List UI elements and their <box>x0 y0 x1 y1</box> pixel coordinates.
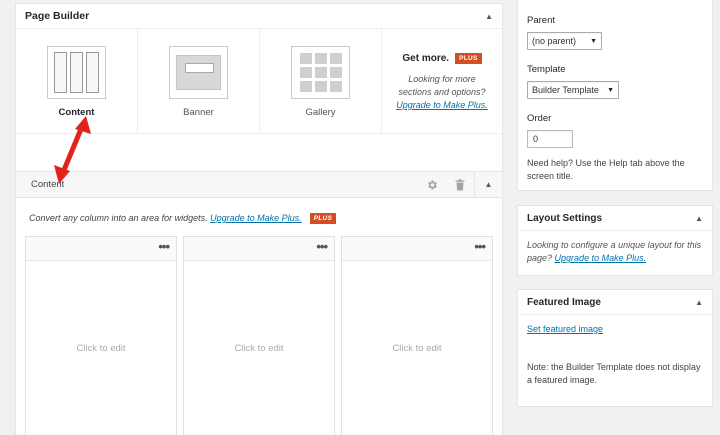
get-more-title: Get more. PLUS <box>392 53 492 64</box>
parent-select-value: (no parent) <box>532 36 577 46</box>
content-column[interactable]: ••• Click to edit <box>341 236 493 435</box>
page-attributes-box: Parent (no parent) ▼ Template Builder Te… <box>517 0 713 191</box>
ellipsis-icon[interactable]: ••• <box>316 239 328 254</box>
featured-image-box: Featured Image ▲ Set featured image Note… <box>517 289 713 407</box>
ellipsis-icon[interactable]: ••• <box>474 239 486 254</box>
help-text: Need help? Use the Help tab above the sc… <box>527 158 685 181</box>
notice-description: Convert any column into an area for widg… <box>29 213 208 223</box>
chevron-down-icon: ▼ <box>607 86 614 94</box>
content-section-icon <box>47 46 106 99</box>
section-banner[interactable]: Banner <box>138 29 260 133</box>
caret-up-icon[interactable]: ▲ <box>695 298 703 307</box>
ellipsis-icon[interactable]: ••• <box>158 239 170 254</box>
column-header: ••• <box>342 237 492 261</box>
featured-image-header[interactable]: Featured Image ▲ <box>518 290 712 315</box>
column-placeholder[interactable]: Click to edit <box>184 261 334 435</box>
section-label: Banner <box>183 107 214 118</box>
layout-settings-box: Layout Settings ▲ Looking to configure a… <box>517 205 713 276</box>
gallery-section-icon <box>291 46 350 99</box>
content-column[interactable]: ••• Click to edit <box>183 236 335 435</box>
upgrade-link[interactable]: Upgrade to Make Plus. <box>210 213 302 223</box>
caret-up-icon[interactable]: ▲ <box>485 12 493 21</box>
layout-settings-body: Looking to configure a unique layout for… <box>518 231 712 265</box>
column-placeholder[interactable]: Click to edit <box>26 261 176 435</box>
caret-up-icon[interactable]: ▲ <box>474 172 502 197</box>
parent-select[interactable]: (no parent) ▼ <box>527 32 602 50</box>
section-label: Gallery <box>305 107 336 118</box>
get-more-promo: Get more. PLUS Looking for more sections… <box>382 29 502 133</box>
layout-settings-title: Layout Settings <box>527 212 603 224</box>
plus-badge: PLUS <box>309 212 337 224</box>
section-gallery[interactable]: Gallery <box>260 29 382 133</box>
upgrade-link[interactable]: Upgrade to Make Plus. <box>555 253 647 263</box>
template-select[interactable]: Builder Template ▼ <box>527 81 619 99</box>
featured-image-title: Featured Image <box>527 296 601 308</box>
notice-text: Convert any column into an area for widg… <box>29 213 302 223</box>
layout-settings-header[interactable]: Layout Settings ▲ <box>518 206 712 231</box>
order-label: Order <box>527 113 552 124</box>
get-more-heading: Get more. <box>402 53 450 64</box>
content-columns: ••• Click to edit ••• Click to edit ••• … <box>25 236 493 435</box>
set-featured-image-link[interactable]: Set featured image <box>527 324 603 334</box>
parent-label: Parent <box>527 15 555 26</box>
template-select-value: Builder Template <box>532 85 599 95</box>
plus-badge: PLUS <box>455 53 482 64</box>
chevron-down-icon: ▼ <box>590 37 597 45</box>
order-input[interactable] <box>527 130 573 148</box>
get-more-description: Looking for more sections and options? <box>398 74 486 97</box>
caret-up-icon[interactable]: ▲ <box>695 214 703 223</box>
get-more-text: Looking for more sections and options? U… <box>392 73 492 112</box>
featured-image-body: Set featured image Note: the Builder Tem… <box>518 315 712 387</box>
banner-section-icon <box>169 46 228 99</box>
column-placeholder[interactable]: Click to edit <box>342 261 492 435</box>
trash-icon[interactable] <box>446 172 474 197</box>
page-builder-header[interactable]: Page Builder ▲ <box>16 4 502 29</box>
gear-icon[interactable] <box>418 172 446 197</box>
page-builder-panel: Page Builder ▲ Content Banner Gallery Ge… <box>15 3 503 435</box>
section-tools: ▲ <box>418 172 502 197</box>
page-builder-title: Page Builder <box>25 10 90 22</box>
column-header: ••• <box>26 237 176 261</box>
column-header: ••• <box>184 237 334 261</box>
annotation-arrow <box>54 116 91 184</box>
featured-image-note: Note: the Builder Template does not disp… <box>527 362 701 385</box>
widget-notice: Convert any column into an area for widg… <box>16 198 502 238</box>
upgrade-link[interactable]: Upgrade to Make Plus. <box>396 100 488 110</box>
content-column[interactable]: ••• Click to edit <box>25 236 177 435</box>
template-label: Template <box>527 64 566 75</box>
